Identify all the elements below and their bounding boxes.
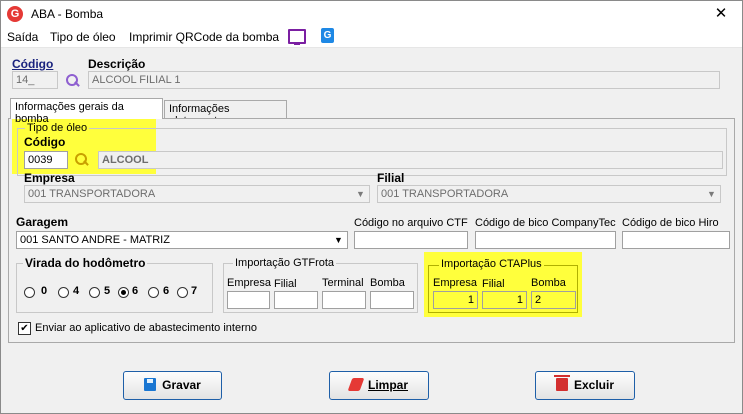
hodometro-radio-7[interactable]: [177, 287, 188, 298]
limpar-button-label: Limpar: [367, 378, 408, 392]
menu-imprimir-qrcode[interactable]: Imprimir QRCode da bomba: [129, 30, 279, 44]
hodometro-radio-4[interactable]: [58, 287, 69, 298]
hodometro-label: Virada do hodômetro: [23, 256, 148, 270]
tipo-oleo-codigo-field[interactable]: 0039: [24, 151, 68, 169]
enviar-app-checkbox[interactable]: ✔: [18, 322, 31, 335]
ctaplus-filial-label: Filial: [482, 278, 505, 290]
save-icon: [144, 378, 157, 391]
enviar-app-label: Enviar ao aplicativo de abastecimento in…: [35, 322, 257, 334]
menu-bar: Saída Tipo de óleo Imprimir QRCode da bo…: [1, 27, 742, 48]
ctaplus-bomba-field[interactable]: 2: [531, 291, 576, 309]
garagem-select[interactable]: 001 SANTO ANDRE - MATRIZ ▼: [16, 231, 348, 249]
ctaplus-bomba-label: Bomba: [531, 277, 566, 289]
menu-saida[interactable]: Saída: [7, 30, 38, 44]
title-bar: G ABA - Bomba ✕: [1, 1, 742, 27]
hodometro-option-4: 4: [73, 285, 80, 297]
ctf-field[interactable]: [354, 231, 468, 249]
search-codigo-icon[interactable]: [65, 73, 80, 87]
gtfrota-terminal-field[interactable]: [322, 291, 366, 309]
filial-select[interactable]: 001 TRANSPORTADORA ▼: [377, 185, 721, 203]
close-icon[interactable]: ✕: [706, 3, 736, 25]
filial-label: Filial: [377, 171, 405, 185]
search-tipo-oleo-icon[interactable]: [74, 152, 89, 166]
hodometro-radio-5[interactable]: [89, 287, 100, 298]
filial-value: 001 TRANSPORTADORA: [381, 188, 509, 200]
hodometro-radio-0[interactable]: [24, 287, 35, 298]
tipo-oleo-codigo-label: Código: [24, 135, 66, 149]
hodometro-option-6b: 6: [163, 285, 170, 297]
gravar-button-label: Gravar: [162, 378, 201, 392]
ctf-label: Código no arquivo CTF: [354, 217, 468, 229]
gravar-button[interactable]: Gravar: [123, 371, 222, 400]
hodometro-option-0: 0: [41, 285, 48, 297]
empresa-select[interactable]: 001 TRANSPORTADORA ▼: [24, 185, 370, 203]
gtfrota-filial-label: Filial: [274, 278, 297, 290]
hodometro-option-7: 7: [191, 285, 198, 297]
chevron-down-icon[interactable]: ▼: [331, 233, 346, 247]
descricao-field[interactable]: ALCOOL FILIAL 1: [88, 71, 720, 89]
app-g-icon[interactable]: G: [321, 28, 334, 43]
garagem-label: Garagem: [16, 215, 69, 229]
codigo-field[interactable]: 14_: [12, 71, 58, 89]
gtfrota-bomba-label: Bomba: [370, 277, 405, 289]
gtfrota-filial-field[interactable]: [274, 291, 318, 309]
ctaplus-label: Importação CTAPlus: [439, 258, 544, 270]
excluir-button-label: Excluir: [573, 378, 615, 392]
ctaplus-empresa-label: Empresa: [433, 277, 478, 289]
hodometro-option-6: 6: [132, 285, 139, 297]
app-logo-icon: G: [7, 6, 23, 22]
tab-informacoes-eletroposto[interactable]: Informações eletroposto: [164, 100, 287, 127]
trash-icon: [553, 375, 570, 391]
limpar-button[interactable]: Limpar: [329, 371, 429, 400]
eraser-icon: [347, 378, 365, 391]
gtfrota-label: Importação GTFrota: [233, 257, 337, 269]
hodometro-radio-6[interactable]: [118, 287, 129, 298]
ctaplus-empresa-field[interactable]: 1: [433, 291, 478, 309]
companytec-label: Código de bico CompanyTec: [475, 217, 616, 229]
gtfrota-empresa-field[interactable]: [227, 291, 270, 309]
companytec-field[interactable]: [475, 231, 616, 249]
chevron-down-icon[interactable]: ▼: [704, 187, 719, 201]
window-title: ABA - Bomba: [31, 7, 104, 21]
gtfrota-bomba-field[interactable]: [370, 291, 414, 309]
monitor-icon[interactable]: [288, 29, 306, 45]
tipo-oleo-name-field[interactable]: ALCOOL: [98, 151, 723, 169]
garagem-value: 001 SANTO ANDRE - MATRIZ: [20, 234, 170, 246]
menu-tipo-de-oleo[interactable]: Tipo de óleo: [50, 30, 116, 44]
chevron-down-icon[interactable]: ▼: [353, 187, 368, 201]
tab-informacoes-gerais[interactable]: Informações gerais da bomba: [10, 98, 163, 125]
empresa-label: Empresa: [24, 171, 75, 185]
hodometro-radio-6b[interactable]: [148, 287, 159, 298]
empresa-value: 001 TRANSPORTADORA: [28, 188, 156, 200]
descricao-label: Descrição: [88, 57, 146, 71]
window: G ABA - Bomba ✕ Saída Tipo de óleo Impri…: [0, 0, 743, 414]
hodometro-option-5: 5: [104, 285, 111, 297]
hiro-field[interactable]: [622, 231, 730, 249]
hiro-label: Código de bico Hiro: [622, 217, 719, 229]
excluir-button[interactable]: Excluir: [535, 371, 635, 400]
codigo-label: Código: [12, 57, 54, 71]
gtfrota-terminal-label: Terminal: [322, 277, 364, 289]
gtfrota-empresa-label: Empresa: [227, 277, 272, 289]
ctaplus-filial-field[interactable]: 1: [482, 291, 527, 309]
